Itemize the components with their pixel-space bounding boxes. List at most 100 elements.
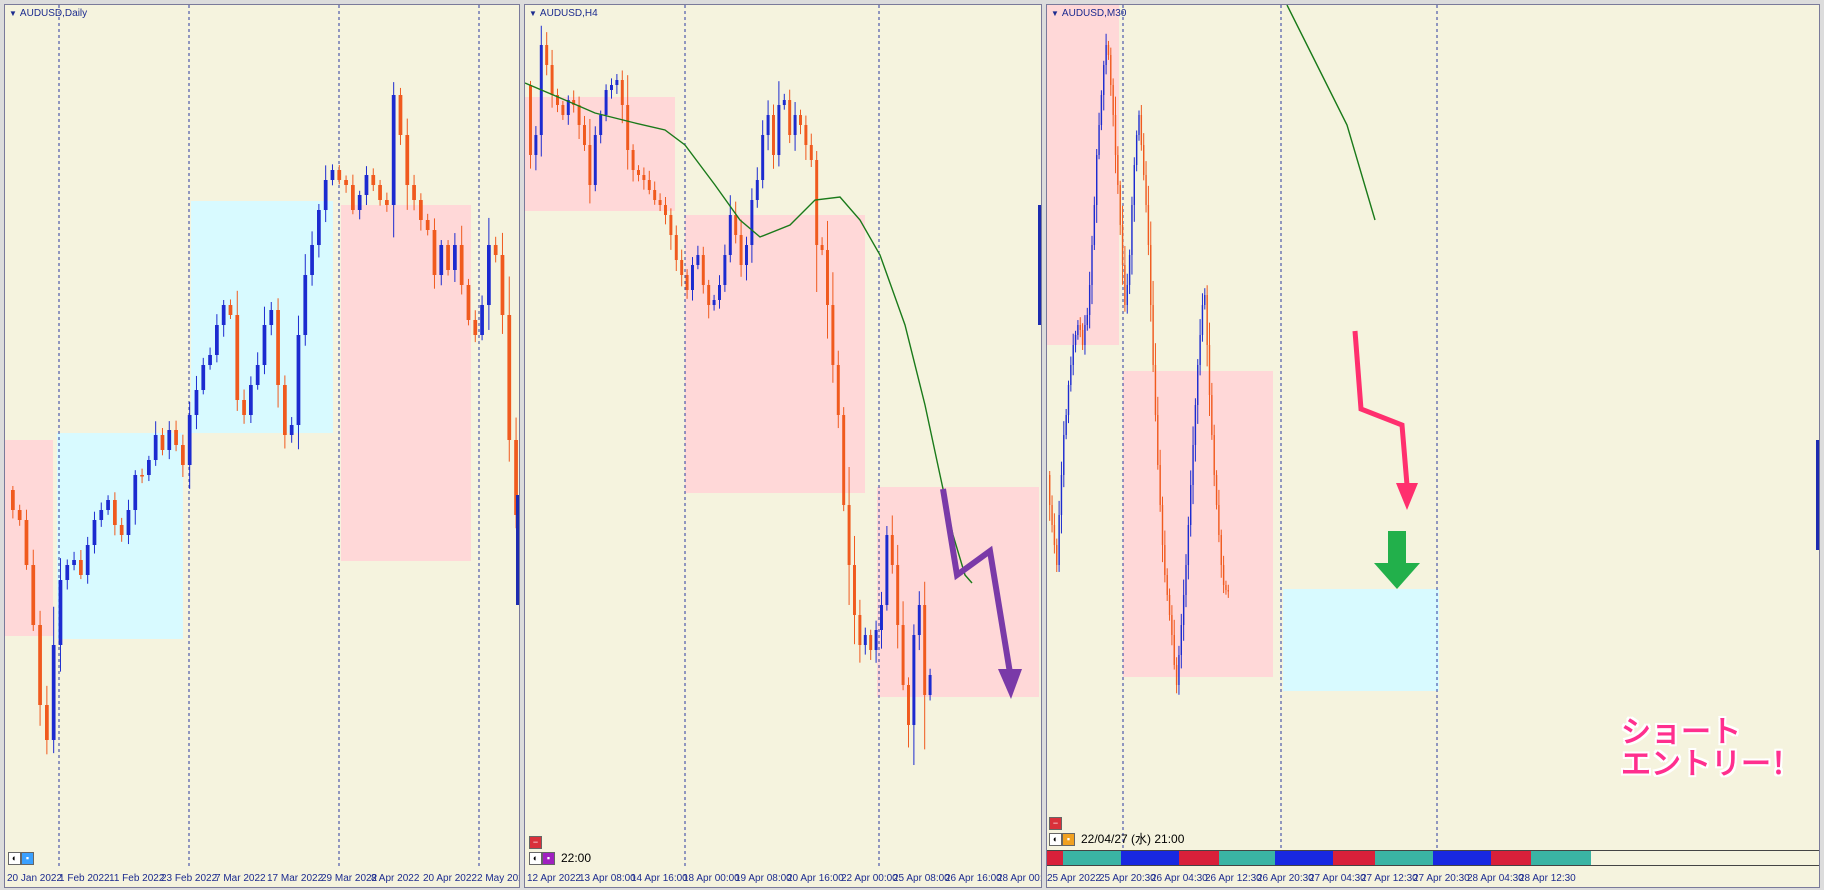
- bull-candle: [92, 520, 97, 545]
- bull-candle: [453, 245, 457, 270]
- bull-candle: [1204, 295, 1206, 305]
- h4-chart-canvas[interactable]: [525, 5, 1042, 888]
- bull-candle: [1074, 335, 1077, 345]
- bull-candle: [1192, 445, 1194, 485]
- session-segment: [1491, 851, 1531, 865]
- bull-candle: [1131, 205, 1133, 255]
- bull-candle: [126, 510, 131, 535]
- chart-settings-icon[interactable]: ◐: [1049, 833, 1062, 846]
- bear-candle: [529, 85, 532, 155]
- bear-candle: [405, 135, 410, 185]
- bear-candle: [1107, 45, 1110, 55]
- symbol-label-m30: ▼ AUDUSD,M30: [1051, 8, 1127, 19]
- bear-candle: [174, 430, 178, 445]
- bull-candle: [221, 305, 226, 325]
- close-indicator-icon[interactable]: −: [529, 836, 542, 849]
- bear-candle: [119, 525, 124, 535]
- bull-candle: [534, 135, 538, 155]
- bear-candle: [561, 105, 565, 115]
- demand-zone: [57, 433, 183, 639]
- pink-arrow-head-icon: [1396, 483, 1418, 510]
- bear-candle: [11, 490, 15, 510]
- bull-candle: [599, 115, 603, 135]
- bear-candle: [31, 565, 36, 625]
- bear-candle: [890, 535, 894, 565]
- bull-candle: [1067, 385, 1070, 415]
- time-axis-label: 25 Apr 08:00: [893, 873, 950, 884]
- bull-candle: [201, 365, 206, 390]
- bull-candle: [696, 255, 700, 265]
- bear-candle: [869, 635, 873, 650]
- time-axis-m30: 25 Apr 2022 25 Apr 20:30 26 Apr 04:30 26 Ap…: [1047, 867, 1819, 887]
- bear-candle: [1114, 115, 1117, 155]
- bull-candle: [289, 425, 294, 435]
- bull-candle: [863, 635, 867, 645]
- bull-candle: [296, 335, 301, 425]
- bear-candle: [507, 315, 512, 440]
- bear-candle: [1124, 265, 1126, 305]
- chart-panel-m30[interactable]: ▼ AUDUSD,M30 − ◐ ▪ 22/04/27 (水) 21:00 ショー…: [1046, 4, 1820, 888]
- time-axis-label: 1 Feb 2022: [59, 873, 110, 884]
- bull-candle: [723, 255, 727, 285]
- bear-candle: [637, 170, 640, 175]
- bear-candle: [847, 505, 851, 565]
- bear-candle: [1218, 505, 1220, 535]
- bull-candle: [1100, 95, 1103, 125]
- session-segment: [1333, 851, 1375, 865]
- bear-candle: [680, 260, 684, 275]
- dropdown-triangle-icon[interactable]: ▼: [1051, 9, 1059, 18]
- indicator-toggle-icon[interactable]: ▪: [21, 852, 34, 865]
- bull-candle: [99, 510, 104, 520]
- bear-candle: [1168, 595, 1171, 615]
- chart-panel-daily[interactable]: ▼ AUDUSD,Daily ◐ ▪ 20 Jan 2022 1 Feb 2022 1…: [4, 4, 520, 888]
- chart-settings-icon[interactable]: ◐: [8, 852, 21, 865]
- bear-candle: [658, 200, 662, 205]
- indicator-toggle-icon[interactable]: ▪: [542, 852, 555, 865]
- bull-candle: [1077, 325, 1079, 335]
- chart-settings-icon[interactable]: ◐: [529, 852, 542, 865]
- bull-candle: [194, 390, 199, 415]
- bull-candle: [1201, 305, 1204, 335]
- time-axis-label: 26 Apr 12:30: [1205, 873, 1262, 884]
- bear-candle: [459, 245, 464, 285]
- bull-candle: [215, 325, 219, 355]
- bull-candle: [712, 300, 716, 305]
- bull-candle: [1138, 115, 1140, 135]
- dropdown-triangle-icon[interactable]: ▼: [529, 9, 537, 18]
- bull-candle: [885, 535, 889, 605]
- bull-candle: [917, 605, 921, 635]
- bear-candle: [1159, 465, 1161, 505]
- time-axis-label: 27 Apr 20:30: [1413, 873, 1470, 884]
- dropdown-triangle-icon[interactable]: ▼: [9, 9, 17, 18]
- bull-candle: [65, 565, 70, 580]
- bear-candle: [1150, 245, 1152, 305]
- bull-candle: [269, 310, 274, 325]
- bear-candle: [1152, 305, 1154, 365]
- daily-chart-canvas[interactable]: [5, 5, 520, 888]
- close-indicator-icon[interactable]: −: [1049, 817, 1062, 830]
- bull-candle: [323, 180, 328, 210]
- bull-candle: [1098, 125, 1100, 155]
- bear-candle: [1173, 635, 1175, 665]
- bear-candle: [669, 215, 673, 235]
- bull-candle: [357, 195, 362, 210]
- bear-candle: [283, 385, 287, 435]
- bear-candle: [351, 185, 355, 210]
- bear-candle: [809, 145, 813, 160]
- session-segment: [1275, 851, 1333, 865]
- time-axis-label: 12 Apr 2022: [527, 873, 581, 884]
- session-segment: [1047, 851, 1063, 865]
- time-axis-label: 8 Apr 2022: [371, 873, 420, 884]
- bull-candle: [1199, 335, 1201, 365]
- indicator-toggle-icon[interactable]: ▪: [1062, 833, 1075, 846]
- bear-candle: [831, 305, 835, 365]
- bull-candle: [1105, 45, 1107, 65]
- bear-candle: [1227, 590, 1229, 592]
- bear-candle: [242, 400, 246, 415]
- chart-panel-h4[interactable]: ▼ AUDUSD,H4 − ◐ ▪ 22:00 12 Apr 2022 13 Apr…: [524, 4, 1042, 888]
- bear-candle: [17, 510, 22, 520]
- bear-candle: [550, 65, 554, 95]
- bear-candle: [1145, 175, 1147, 205]
- bull-candle: [728, 215, 732, 255]
- bear-candle: [901, 625, 905, 685]
